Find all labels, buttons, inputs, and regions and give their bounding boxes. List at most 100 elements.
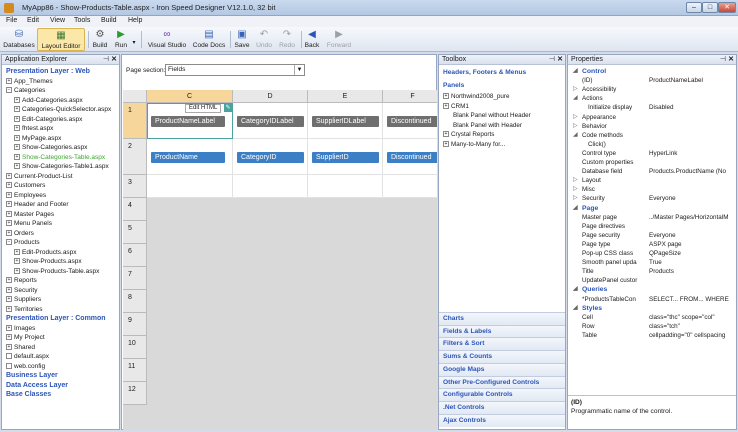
close-icon[interactable]: ✕ — [111, 55, 117, 65]
expand-icon[interactable]: + — [6, 172, 12, 179]
expand-icon[interactable]: + — [6, 305, 12, 312]
property-value[interactable]: cellpadding="0" cellspacing — [649, 331, 734, 340]
property-value[interactable]: SELECT... FROM... WHERE — [649, 295, 734, 304]
property-row[interactable]: Page security Everyone — [568, 231, 736, 240]
tree-item[interactable]: + Categories-QuickSelector.aspx — [14, 105, 111, 114]
expand-icon[interactable]: + — [443, 140, 449, 147]
grid-cell[interactable] — [383, 175, 437, 198]
property-value[interactable]: HyperLink — [649, 149, 734, 158]
toolbox-category[interactable]: Google Maps — [439, 362, 565, 376]
tree-item[interactable]: + Current-Product-List — [6, 172, 73, 181]
collapse-icon[interactable]: ◢ — [573, 94, 578, 103]
tree-item[interactable]: + Suppliers — [6, 295, 41, 304]
property-row[interactable]: Control type HyperLink — [568, 149, 736, 158]
toolbox-category[interactable]: Fields & Labels — [439, 324, 565, 338]
expand-icon[interactable]: + — [6, 334, 12, 341]
property-row[interactable]: UpdatePanel custor — [568, 276, 736, 285]
expand-icon[interactable]: + — [6, 277, 12, 284]
toolbox-item[interactable]: Blank Panel without Header — [453, 112, 531, 119]
expand-icon[interactable]: + — [6, 191, 12, 198]
row-header[interactable]: 7 — [123, 267, 147, 290]
tree-item[interactable]: + Show-Categories-Table1.aspx — [14, 162, 109, 171]
edit-html-button[interactable]: Edit HTML — [185, 104, 222, 113]
property-row[interactable]: Custom properties — [568, 158, 736, 167]
row-header[interactable]: 6 — [123, 244, 147, 267]
expand-icon[interactable]: ▷ — [573, 185, 578, 194]
tree-item[interactable]: default.aspx — [6, 352, 49, 361]
property-value[interactable]: ASPX page — [649, 240, 734, 249]
property-row[interactable]: ◢ Actions — [568, 94, 736, 103]
page-section-dropdown[interactable]: Fields ▼ — [165, 64, 305, 76]
property-category[interactable]: ◢ Control — [568, 67, 736, 76]
forward-button[interactable]: ▶ Forward — [324, 28, 354, 51]
expand-icon[interactable]: ▷ — [573, 85, 578, 94]
tree-item[interactable]: − Products — [6, 238, 40, 247]
toolbox-category[interactable]: Charts — [439, 312, 565, 325]
databases-button[interactable]: ⛁ Databases — [2, 28, 36, 51]
maximize-button[interactable]: □ — [702, 2, 718, 13]
close-button[interactable]: ✕ — [718, 2, 736, 13]
property-row[interactable]: (ID) ProductNameLabel — [568, 76, 736, 85]
tree-section[interactable]: Presentation Layer : Web — [6, 67, 90, 76]
expand-icon[interactable]: + — [6, 343, 12, 350]
menu-tools[interactable]: Tools — [74, 17, 90, 24]
property-row[interactable]: ▷ Accessibility — [568, 85, 736, 94]
property-value[interactable]: Products.ProductName (No — [649, 167, 734, 176]
column-header[interactable]: D — [233, 90, 308, 103]
expand-icon[interactable]: + — [14, 258, 20, 265]
tree-section[interactable]: Business Layer — [6, 371, 58, 380]
grid-cell[interactable] — [233, 175, 308, 198]
tree-item[interactable]: + Menu Panels — [6, 219, 52, 228]
field-label-control[interactable]: SupplierIDLabel — [312, 116, 379, 127]
toolbox-item[interactable]: + Northwind2008_pure — [443, 93, 509, 100]
expand-icon[interactable]: + — [14, 163, 20, 170]
tree-item[interactable]: + Show-Products-Table.aspx — [14, 267, 99, 276]
property-value[interactable]: Everyone — [649, 194, 734, 203]
property-row[interactable]: Row class="tch" — [568, 322, 736, 331]
back-button[interactable]: ◀ Back — [303, 28, 321, 51]
field-label-control[interactable]: CategoryIDLabel — [237, 116, 304, 127]
row-header[interactable]: 12 — [123, 382, 147, 405]
row-header[interactable]: 5 — [123, 221, 147, 244]
tree-item[interactable]: + Show-Categories-Table.aspx — [14, 153, 105, 162]
property-row[interactable]: Smooth panel upda True — [568, 258, 736, 267]
save-button[interactable]: ▣ Save — [233, 28, 251, 51]
collapse-icon[interactable]: ◢ — [573, 304, 578, 313]
expand-icon[interactable]: + — [14, 106, 20, 113]
undo-button[interactable]: ↶ Undo — [254, 28, 274, 51]
column-header[interactable]: F — [383, 90, 437, 103]
grid-cell[interactable] — [308, 175, 383, 198]
menu-edit[interactable]: Edit — [27, 17, 39, 24]
property-value[interactable]: class="thc" scope="col" — [649, 313, 734, 322]
expand-icon[interactable]: + — [443, 93, 449, 100]
tree-item[interactable]: + MyPage.aspx — [14, 134, 61, 143]
expand-icon[interactable]: + — [14, 248, 20, 255]
tree-item[interactable]: + Show-Products.aspx — [14, 257, 82, 266]
tree-item[interactable]: + Employees — [6, 191, 46, 200]
menu-build[interactable]: Build — [101, 17, 117, 24]
toolbox-category[interactable]: Ajax Controls — [439, 413, 565, 427]
tree-item[interactable]: + Territories — [6, 305, 43, 314]
column-header[interactable]: E — [308, 90, 383, 103]
field-value-control[interactable]: CategoryID — [237, 152, 304, 163]
toolbox-item[interactable]: + Crystal Reports — [443, 131, 494, 138]
row-header[interactable]: 3 — [123, 175, 147, 198]
property-row[interactable]: ▷ Security Everyone — [568, 194, 736, 203]
expand-icon[interactable]: ▷ — [573, 113, 578, 122]
toolbox-category[interactable]: Sums & Counts — [439, 350, 565, 364]
expand-icon[interactable]: + — [6, 324, 12, 331]
collapse-icon[interactable]: ◢ — [573, 285, 578, 294]
property-row[interactable]: ▷ Appearance — [568, 113, 736, 122]
property-row[interactable]: ▷ Misc — [568, 185, 736, 194]
property-row[interactable]: ▷ Behavior — [568, 122, 736, 131]
field-label-control[interactable]: Discontinued — [387, 116, 437, 127]
tree-item[interactable]: + Add-Categories.aspx — [14, 96, 83, 105]
expand-icon[interactable]: + — [14, 115, 20, 122]
property-row[interactable]: Database field Products.ProductName (No — [568, 167, 736, 176]
property-value[interactable]: class="tch" — [649, 322, 734, 331]
tree-item[interactable]: + Security — [6, 286, 37, 295]
expand-icon[interactable]: + — [14, 134, 20, 141]
collapse-icon[interactable]: − — [6, 239, 12, 246]
redo-button[interactable]: ↷ Redo — [277, 28, 297, 51]
property-row[interactable]: Click() — [568, 140, 736, 149]
